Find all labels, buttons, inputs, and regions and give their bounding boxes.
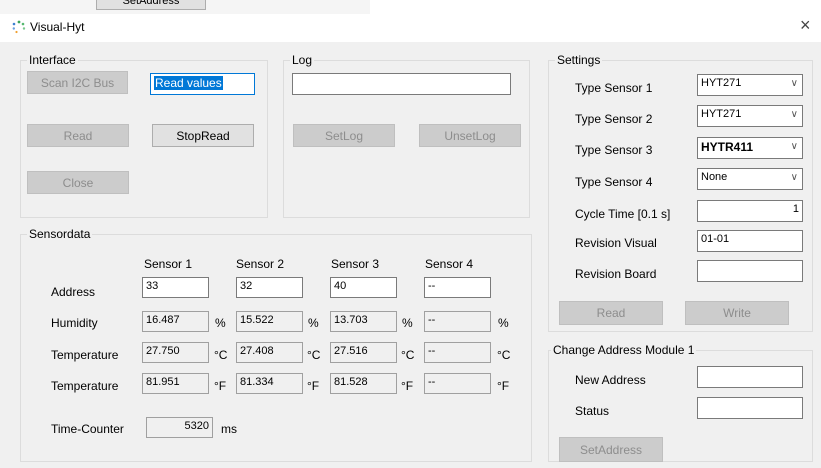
humidity-sensor-4: --: [424, 311, 491, 332]
temperature-f-sensor-3: 81.528: [330, 373, 397, 394]
type-sensor-4-select[interactable]: None ∨: [697, 168, 803, 190]
temperature-c-unit-4: °C: [497, 348, 511, 362]
humidity-unit-4: %: [498, 316, 509, 330]
type-sensor-3-select[interactable]: HYTR411 ∨: [697, 137, 803, 159]
address-sensor-4[interactable]: --: [424, 277, 491, 298]
scan-i2c-bus-button[interactable]: Scan I2C Bus: [27, 71, 128, 94]
cycle-time-label: Cycle Time [0.1 s]: [575, 207, 671, 221]
stop-read-button[interactable]: StopRead: [152, 124, 254, 147]
unset-log-button[interactable]: UnsetLog: [419, 124, 521, 147]
type-sensor-2-label: Type Sensor 2: [575, 112, 653, 126]
temperature-f-unit-4: °F: [497, 379, 510, 393]
chevron-down-icon: ∨: [790, 172, 798, 183]
temperature-c-sensor-1: 27.750: [142, 342, 209, 363]
change-address-group-title: Change Address Module 1: [551, 343, 697, 357]
interface-group-title: Interface: [27, 53, 78, 67]
revision-board-field[interactable]: [697, 260, 803, 282]
status-label: Status: [575, 404, 610, 418]
row-label-temperature-f: Temperature: [51, 379, 119, 393]
type-sensor-1-value: HYT271: [701, 77, 742, 89]
type-sensor-3-label: Type Sensor 3: [575, 143, 653, 157]
column-header-sensor-4: Sensor 4: [425, 257, 474, 271]
status-field[interactable]: [697, 397, 803, 419]
sensordata-group-title: Sensordata: [27, 227, 93, 241]
revision-visual-field[interactable]: 01-01: [697, 230, 803, 252]
settings-read-button[interactable]: Read: [559, 301, 663, 325]
cycle-time-field[interactable]: 1: [697, 200, 803, 222]
settings-group: Settings: [548, 53, 813, 332]
temperature-f-unit-1: °F: [214, 379, 227, 393]
type-sensor-2-value: HYT271: [701, 108, 742, 120]
time-counter-label: Time-Counter: [51, 422, 124, 436]
temperature-f-unit-2: °F: [307, 379, 320, 393]
close-button[interactable]: Close: [27, 171, 129, 194]
type-sensor-3-value: HYTR411: [701, 140, 754, 154]
read-values-text: Read values: [154, 76, 223, 90]
temperature-f-sensor-1: 81.951: [142, 373, 209, 394]
new-address-label: New Address: [575, 373, 646, 387]
type-sensor-2-select[interactable]: HYT271 ∨: [697, 105, 803, 127]
temperature-f-unit-3: °F: [401, 379, 414, 393]
window-title: Visual-Hyt: [30, 20, 85, 34]
address-sensor-3[interactable]: 40: [330, 277, 397, 298]
humidity-unit-2: %: [308, 316, 319, 330]
address-sensor-1[interactable]: 33: [142, 277, 209, 298]
type-sensor-4-label: Type Sensor 4: [575, 175, 653, 189]
temperature-c-unit-3: °C: [401, 348, 415, 362]
temperature-f-sensor-4: --: [424, 373, 491, 394]
background-setaddress-button: SetAddress: [96, 0, 206, 10]
set-log-button[interactable]: SetLog: [293, 124, 395, 147]
app-spinner-icon: [12, 20, 26, 34]
type-sensor-1-select[interactable]: HYT271 ∨: [697, 74, 803, 96]
title-bar: Visual-Hyt ×: [0, 14, 821, 42]
row-label-temperature-c: Temperature: [51, 348, 119, 362]
address-sensor-2[interactable]: 32: [236, 277, 303, 298]
set-address-button[interactable]: SetAddress: [559, 437, 663, 462]
temperature-c-unit-1: °C: [214, 348, 228, 362]
humidity-unit-1: %: [215, 316, 226, 330]
settings-write-button[interactable]: Write: [685, 301, 789, 325]
column-header-sensor-1: Sensor 1: [144, 257, 193, 271]
log-group-title: Log: [290, 53, 315, 67]
type-sensor-1-label: Type Sensor 1: [575, 81, 653, 95]
humidity-sensor-2: 15.522: [236, 311, 303, 332]
temperature-f-sensor-2: 81.334: [236, 373, 303, 394]
revision-visual-label: Revision Visual: [575, 236, 657, 250]
settings-group-title: Settings: [555, 53, 603, 67]
chevron-down-icon: ∨: [790, 78, 798, 89]
temperature-c-sensor-3: 27.516: [330, 342, 397, 363]
chevron-down-icon: ∨: [790, 141, 798, 152]
type-sensor-4-value: None: [701, 171, 728, 183]
revision-board-label: Revision Board: [575, 267, 657, 281]
log-field[interactable]: [292, 73, 511, 95]
close-icon[interactable]: ×: [800, 15, 811, 36]
read-values-field[interactable]: Read values: [150, 73, 255, 95]
column-header-sensor-2: Sensor 2: [236, 257, 285, 271]
read-button[interactable]: Read: [27, 124, 129, 147]
humidity-unit-3: %: [402, 316, 413, 330]
new-address-field[interactable]: [697, 366, 803, 388]
time-counter-unit: ms: [221, 422, 237, 436]
humidity-sensor-3: 13.703: [330, 311, 397, 332]
temperature-c-unit-2: °C: [307, 348, 321, 362]
row-label-humidity: Humidity: [51, 316, 98, 330]
row-label-address: Address: [51, 285, 96, 299]
humidity-sensor-1: 16.487: [142, 311, 209, 332]
temperature-c-sensor-2: 27.408: [236, 342, 303, 363]
temperature-c-sensor-4: --: [424, 342, 491, 363]
chevron-down-icon: ∨: [790, 109, 798, 120]
column-header-sensor-3: Sensor 3: [331, 257, 380, 271]
time-counter-value: 5320: [146, 417, 213, 438]
